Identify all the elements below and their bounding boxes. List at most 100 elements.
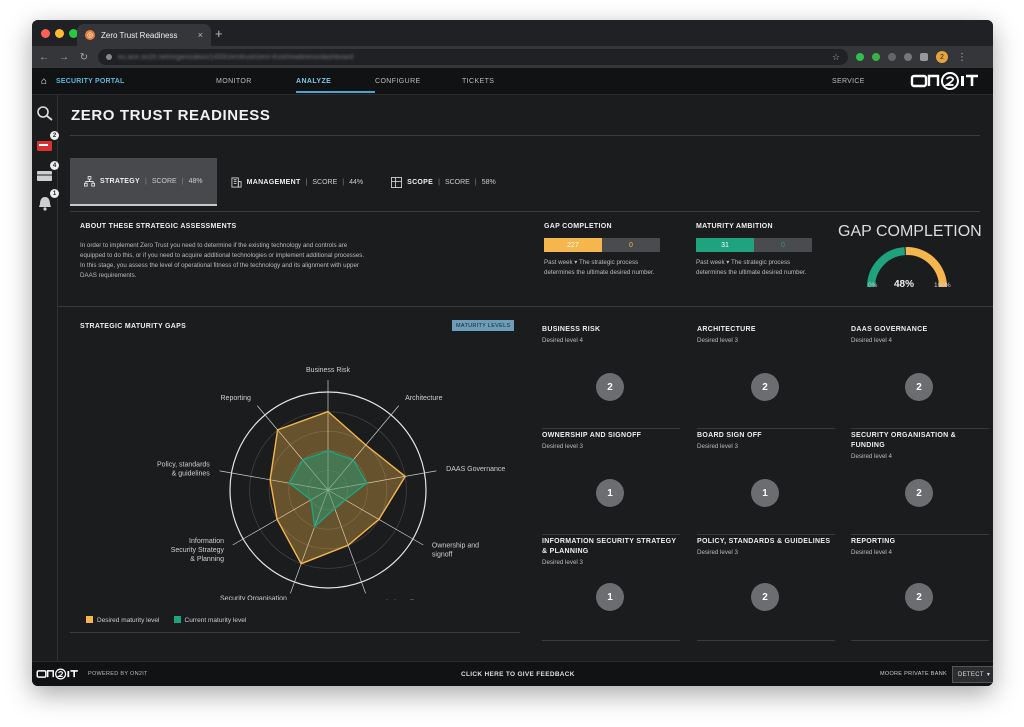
card-ownership-signoff[interactable]: OWNERSHIP AND SIGNOFF Desired level 3 1 [542, 431, 680, 535]
card-security-organisation[interactable]: SECURITY ORGANISATION & FUNDING Desired … [851, 431, 989, 535]
card-daas-governance[interactable]: DAAS GOVERNANCE Desired level 4 2 [851, 325, 989, 429]
radar-axis-label-3: Ownership and signoff [432, 543, 479, 559]
home-icon[interactable]: ⌂ [32, 76, 56, 87]
tab-management[interactable]: MANAGEMENT | SCORE | 44% [217, 158, 378, 206]
radar-axis-label-2: DAAS Governance [446, 466, 505, 473]
portal-label[interactable]: SECURITY PORTAL [56, 78, 216, 85]
card-ownership-signoff-level: 1 [596, 479, 624, 507]
extension-icon-green[interactable] [856, 53, 864, 61]
sidebar-item-cards[interactable]: 4 [36, 161, 59, 183]
maturity-ambition-value-a: 31 [696, 238, 754, 252]
card-business-risk-level: 2 [596, 373, 624, 401]
tabs-divider [70, 211, 980, 212]
page-title: ZERO TRUST READINESS [71, 107, 271, 124]
nav-configure[interactable]: CONFIGURE [375, 68, 462, 95]
sidebar-item-incidents[interactable]: 2 [36, 131, 59, 153]
extension-icon-evernote[interactable] [872, 53, 880, 61]
reload-icon[interactable]: ↻ [78, 52, 90, 63]
maturity-radar-chart: Business Risk Architecture DAAS Governance… [157, 367, 505, 600]
gap-completion-period-select[interactable]: Past week ▾ [544, 259, 577, 266]
browser-tab-title: Zero Trust Readiness [101, 30, 178, 40]
gap-completion-gauge [867, 247, 947, 288]
close-window-button[interactable] [41, 29, 50, 38]
search-icon[interactable] [36, 105, 54, 121]
legend-desired: Desired maturity level [86, 616, 160, 624]
card-daas-governance-level: 2 [905, 373, 933, 401]
chevron-down-icon: ▾ [986, 672, 991, 678]
hierarchy-icon [84, 175, 95, 187]
gap-completion-value-a: 227 [544, 238, 602, 252]
radar-axis-label-6: Information Security Strategy & Planning [171, 538, 225, 563]
tab-management-score-label: SCORE [312, 178, 338, 186]
card-infosec-strategy[interactable]: INFORMATION SECURITY STRATEGY & PLANNING… [542, 537, 680, 641]
card-architecture[interactable]: ARCHITECTURE Desired level 3 2 [697, 325, 835, 429]
card-infosec-strategy-level: 1 [596, 583, 624, 611]
radar-axis-label-0: Business Risk [306, 367, 350, 374]
url-input[interactable]: eu.ace.on2it.net/organization/1433/zerot… [98, 49, 848, 65]
legend-desired-swatch [86, 616, 93, 623]
about-title: ABOUT THESE STRATEGIC ASSESSMENTS [80, 223, 237, 230]
on2it-logo [910, 72, 978, 90]
main-content: ZERO TRUST READINESS STRATEGY | SCORE | … [58, 95, 993, 661]
extension-icon-grey-2[interactable] [904, 53, 912, 61]
tab-scope-score: 58% [481, 178, 496, 186]
nav-monitor[interactable]: MONITOR [216, 68, 296, 95]
browser-tab[interactable]: ◎ Zero Trust Readiness × [77, 24, 211, 46]
card-reporting[interactable]: REPORTING Desired level 4 2 [851, 537, 989, 641]
browser-window: ◎ Zero Trust Readiness × + ← → ↻ eu.ace.… [32, 20, 993, 686]
extension-icon-grey[interactable] [888, 53, 896, 61]
scope-grid-icon [391, 176, 403, 188]
back-arrow-icon[interactable]: ← [38, 52, 50, 63]
section-divider [58, 306, 993, 307]
radar-axis-label-5: Security Organisation& Funding [220, 595, 287, 600]
gaps-title: STRATEGIC MATURITY GAPS [80, 323, 187, 330]
service-link[interactable]: SERVICE [832, 78, 865, 85]
maturity-ambition-bar: 31 0 [696, 238, 812, 252]
maturity-ambition-period-select[interactable]: Past week ▾ [696, 259, 729, 266]
nav-tickets[interactable]: TICKETS [462, 68, 494, 95]
minimize-window-button[interactable] [55, 29, 64, 38]
card-security-organisation-level: 2 [905, 479, 933, 507]
maturity-levels-button[interactable]: MATURITY LEVELS [452, 320, 515, 331]
card-board-sign-off[interactable]: BOARD SIGN OFF Desired level 3 1 [697, 431, 835, 535]
organization-name: MOORE PRIVATE BANK [880, 671, 947, 677]
tab-close-icon[interactable]: × [198, 30, 203, 40]
address-bar: ← → ↻ eu.ace.on2it.net/organization/1433… [32, 46, 993, 68]
radar-legend: Desired maturity level Current maturity … [86, 616, 246, 624]
bookmark-star-icon[interactable]: ☆ [832, 52, 840, 63]
main-nav: MONITOR ANALYZE CONFIGURE TICKETS [216, 68, 494, 95]
url-text: eu.ace.on2it.net/organization/1433/zerot… [118, 53, 354, 61]
assessment-tabs: STRATEGY | SCORE | 48% MANAGEMENT | SCOR… [70, 158, 510, 206]
browser-tab-strip: ◎ Zero Trust Readiness × + [32, 20, 993, 46]
chart-bottom-divider [70, 632, 520, 633]
app-header: ⌂ SECURITY PORTAL MONITOR ANALYZE CONFIG… [32, 68, 993, 95]
card-board-sign-off-level: 1 [751, 479, 779, 507]
card-policy-standards-level: 2 [751, 583, 779, 611]
gap-completion-metric: GAP COMPLETION 227 0 Past week ▾ The str… [544, 223, 662, 277]
favicon-icon: ◎ [85, 30, 95, 40]
card-business-risk[interactable]: BUSINESS RISK Desired level 4 2 [542, 325, 680, 429]
feedback-link[interactable]: CLICK HERE TO GIVE FEEDBACK [461, 671, 575, 678]
tab-strategy[interactable]: STRATEGY | SCORE | 48% [70, 158, 217, 206]
radar-axis-label-8: Reporting [221, 395, 251, 402]
sidebar-item-notifications[interactable]: 1 [36, 189, 59, 211]
detect-dropdown[interactable]: DETECT ▾ [952, 666, 993, 683]
nav-analyze[interactable]: ANALYZE [296, 68, 375, 95]
card-architecture-level: 2 [751, 373, 779, 401]
radar-axis-label-7: Policy, standards & guidelines [157, 462, 210, 478]
building-icon [231, 176, 242, 188]
gauge-min-label: 0% [868, 282, 878, 289]
browser-menu-icon[interactable]: ⋮ [956, 52, 968, 63]
card-policy-standards[interactable]: POLICY, STANDARDS & GUIDELINES Desired l… [697, 537, 835, 641]
tab-strategy-score-label: SCORE [151, 177, 177, 185]
gauge-max-label: 100% [934, 282, 951, 289]
gap-completion-value-b: 0 [602, 238, 660, 252]
new-tab-button[interactable]: + [215, 26, 223, 41]
legend-current: Current maturity level [173, 616, 246, 624]
about-text: In order to implement Zero Trust you nee… [80, 242, 365, 279]
legend-current-swatch [173, 616, 181, 623]
extension-icon-doc[interactable] [920, 53, 928, 61]
profile-avatar[interactable]: 2 [936, 51, 948, 63]
tab-scope[interactable]: SCOPE | SCORE | 58% [377, 158, 510, 206]
forward-arrow-icon[interactable]: → [58, 52, 70, 63]
